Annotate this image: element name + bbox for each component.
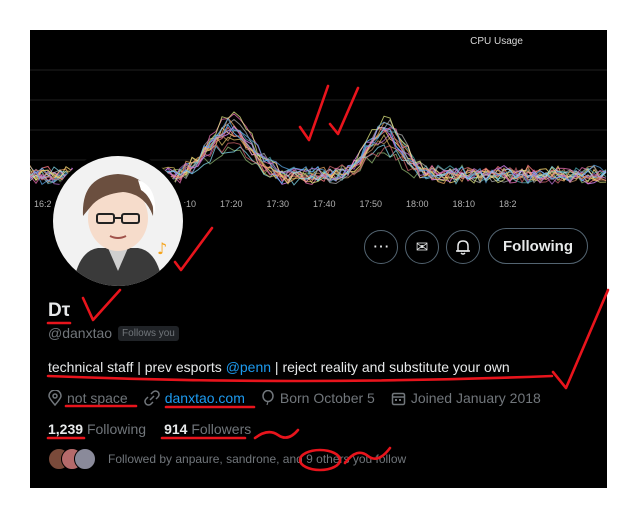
followers-stat[interactable]: 914 Followers — [164, 421, 251, 437]
username: @danxtao — [48, 325, 113, 341]
joined-item: Joined January 2018 — [391, 390, 541, 406]
message-button[interactable]: ✉ — [405, 230, 439, 264]
follow-stats: 1,239 Following 914 Followers — [48, 421, 251, 437]
profile-frame: CPU Usage 16:205017:0017:1017:2017:3017:… — [30, 30, 607, 488]
followed-by[interactable]: Followed by anpaure, sandrone, and 9 oth… — [48, 448, 406, 470]
avatar-illustration: ♪ — [53, 156, 183, 286]
bio-mention-link[interactable]: @penn — [226, 359, 271, 375]
chart-x-tick-label: 17:30 — [267, 199, 290, 209]
avatar[interactable]: ♪ — [49, 152, 187, 290]
profile-meta: not space danxtao.com Born October 5 Joi… — [48, 390, 557, 406]
more-button[interactable]: ⋯ — [364, 230, 398, 264]
birthday-item: Born October 5 — [261, 390, 375, 406]
chart-x-tick-label: 17:20 — [220, 199, 243, 209]
balloon-icon — [262, 390, 274, 406]
location-item: not space — [48, 390, 128, 406]
chart-x-tick-label: 18:00 — [406, 199, 429, 209]
mutual-avatar — [74, 448, 96, 470]
following-stat[interactable]: 1,239 Following — [48, 421, 146, 437]
svg-text:♪: ♪ — [157, 239, 167, 258]
location-pin-icon — [48, 390, 62, 406]
joined-text: Joined January 2018 — [410, 390, 541, 406]
display-name: Dτ — [48, 300, 71, 321]
following-button-label: Following — [503, 237, 573, 255]
handle-row: @danxtao Follows you — [48, 325, 179, 341]
bio-text-start: technical staff | prev esports — [48, 359, 226, 375]
following-count: 1,239 — [48, 421, 84, 437]
bell-plus-icon — [456, 240, 470, 255]
chart-x-tick-label: 17:40 — [313, 199, 336, 209]
location-text: not space — [67, 390, 128, 406]
link-icon — [143, 390, 160, 406]
following-button[interactable]: Following — [488, 228, 588, 264]
mutual-avatars — [48, 448, 98, 470]
chart-x-tick-label: 17:50 — [360, 199, 383, 209]
birthday-text: Born October 5 — [279, 390, 375, 406]
bio-text-end: | reject reality and substitute your own — [271, 359, 510, 375]
followers-count: 914 — [164, 421, 188, 437]
bio: technical staff | prev esports @penn | r… — [48, 359, 510, 375]
calendar-icon — [391, 392, 406, 405]
chart-x-tick-label: 18:2 — [499, 199, 517, 209]
notifications-button[interactable] — [446, 230, 480, 264]
website-item[interactable]: danxtao.com — [143, 390, 245, 406]
followed-by-text: Followed by anpaure, sandrone, and 9 oth… — [108, 452, 407, 466]
mail-icon: ✉ — [415, 239, 429, 256]
follows-you-badge: Follows you — [118, 325, 179, 341]
website-link[interactable]: danxtao.com — [165, 390, 245, 406]
chart-x-tick-label: 18:10 — [453, 199, 476, 209]
following-label: Following — [86, 421, 147, 437]
followers-label: Followers — [191, 421, 252, 437]
more-icon: ⋯ — [372, 237, 390, 256]
